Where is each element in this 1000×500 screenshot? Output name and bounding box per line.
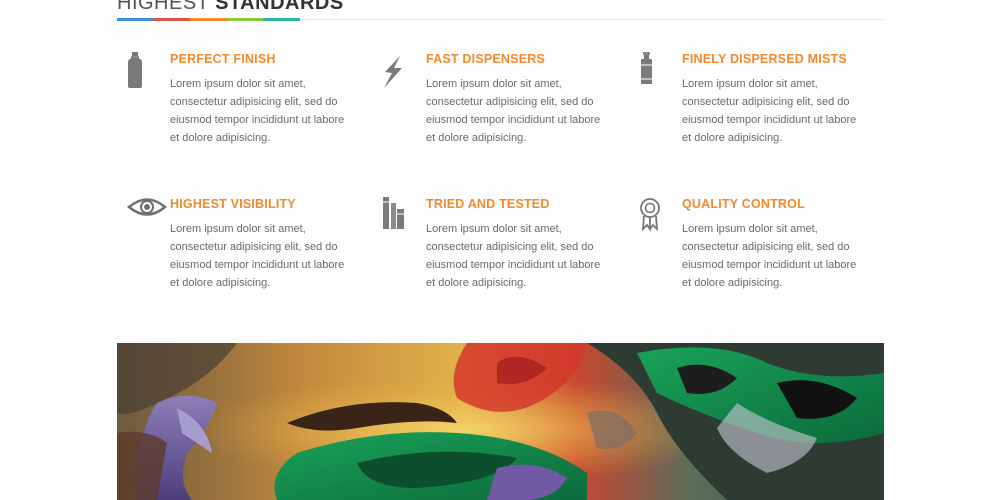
feature-description: Lorem ipsum dolor sit amet, consectetur a…: [170, 78, 345, 144]
feature-title: HIGHEST VISIBILITY: [170, 197, 296, 211]
color-bar-segment: [226, 18, 264, 21]
section-heading-light: HIGHEST: [117, 0, 210, 14]
graffiti-mural-image: [117, 343, 884, 500]
feature-description: Lorem ipsum dolor sit amet, consectetur a…: [426, 223, 601, 289]
award-ribbon-icon: [629, 197, 665, 237]
feature-description: Lorem ipsum dolor sit amet, consectetur a…: [682, 223, 857, 289]
eye-icon: [117, 197, 167, 237]
color-bar-segment: [117, 18, 154, 21]
color-bar-segment: [190, 18, 227, 21]
feature-description: Lorem ipsum dolor sit amet, consectetur a…: [426, 78, 601, 144]
spray-can-icon: [117, 52, 153, 92]
section-heading-bold: STANDARDS: [215, 0, 344, 14]
color-bar-segment: [263, 18, 300, 21]
spray-nozzle-can-icon: [629, 52, 665, 92]
feature-title: FAST DISPENSERS: [426, 52, 545, 66]
feature-title: PERFECT FINISH: [170, 52, 276, 66]
spray-cans-set-icon: [373, 197, 409, 237]
feature-title: FINELY DISPERSED MISTS: [682, 52, 847, 66]
heading-color-bar: [117, 18, 300, 21]
feature-title: QUALITY CONTROL: [682, 197, 805, 211]
lightning-bolt-icon: [373, 52, 409, 92]
section-heading: HIGHEST STANDARDS: [117, 0, 344, 15]
feature-title: TRIED AND TESTED: [426, 197, 550, 211]
color-bar-segment: [153, 18, 191, 21]
feature-description: Lorem ipsum dolor sit amet, consectetur a…: [682, 78, 857, 144]
feature-description: Lorem ipsum dolor sit amet, consectetur a…: [170, 223, 345, 289]
